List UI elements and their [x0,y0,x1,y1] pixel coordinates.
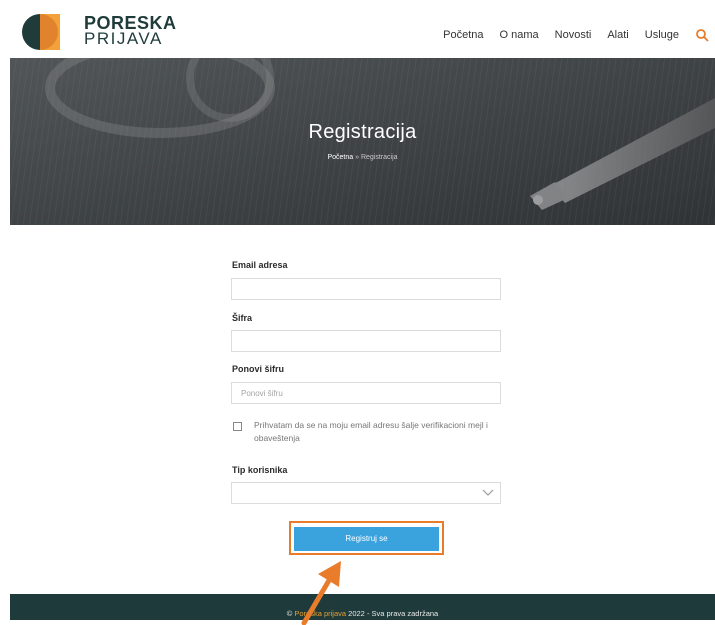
breadcrumb-current: Registracija [360,154,398,161]
main-nav: Početna O nama Novosti Alati Usluge [443,26,715,44]
logo-line2: PRIJAVA [84,29,163,48]
nav-novosti[interactable]: Novosti [555,29,592,41]
logo[interactable]: PORESKA PRIJAVA [22,12,182,52]
nav-o-nama[interactable]: O nama [500,29,539,41]
annotation-arrow-icon [301,561,341,625]
breadcrumb: Početna » Registracija [10,154,715,161]
password-field[interactable] [231,330,501,352]
nav-pocetna[interactable]: Početna [443,29,483,41]
email-field[interactable] [231,278,501,300]
breadcrumb-home[interactable]: Početna [327,154,353,161]
password-label: Šifra [232,313,253,323]
chevron-down-icon [482,489,494,496]
page-title: Registracija [308,121,417,143]
user-type-label: Tip korisnika [232,465,288,475]
breadcrumb-separator: » [355,154,359,161]
logo-mark-icon [22,14,60,50]
register-button[interactable]: Registruj se [294,526,439,551]
footer-rights: 2022 - Sva prava zadržana [348,609,439,618]
consent-checkbox[interactable] [233,422,242,431]
submit-highlight: Registruj se [289,521,444,555]
repeat-password-label: Ponovi šifru [232,364,285,374]
site-header: PORESKA PRIJAVA Početna O nama Novosti A… [0,0,715,60]
search-icon[interactable] [695,28,709,42]
repeat-password-field[interactable] [231,382,501,404]
nav-usluge[interactable]: Usluge [645,29,679,41]
page-hero: Registracija Početna » Registracija [10,58,715,225]
nav-alati[interactable]: Alati [607,29,628,41]
logo-text: PORESKA PRIJAVA [84,14,177,48]
email-label: Email adresa [232,260,288,270]
user-type-select[interactable] [231,482,501,504]
footer-copyright: © Poreska prijava 2022 - Sva prava zadrž… [10,609,715,618]
site-footer: © Poreska prijava 2022 - Sva prava zadrž… [10,594,715,620]
consent-text: Prihvatam da se na moju email adresu šal… [254,420,488,443]
